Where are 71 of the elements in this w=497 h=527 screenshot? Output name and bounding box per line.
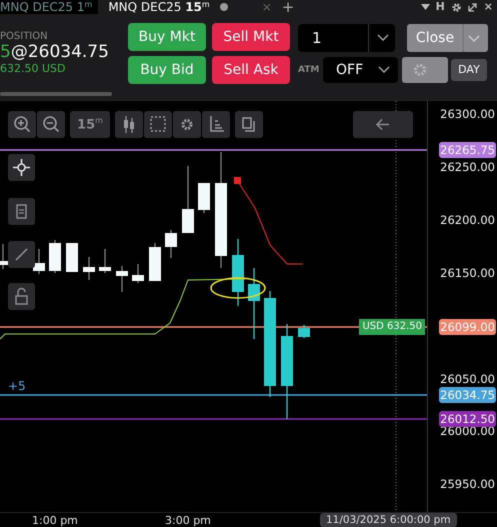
candle: [66, 243, 78, 272]
candle: [33, 249, 45, 274]
line-tool-icon[interactable]: [8, 241, 35, 268]
quantity-field[interactable]: 1: [298, 24, 395, 52]
document-icon[interactable]: [8, 198, 35, 225]
add-tab-button[interactable]: +: [282, 0, 294, 14]
caret-icon[interactable]: [378, 66, 390, 73]
status-dot-icon: [220, 3, 228, 11]
atm-label: ATM: [298, 64, 320, 74]
candle: [99, 249, 111, 273]
axis-icon[interactable]: [202, 111, 230, 138]
candle: [298, 325, 310, 338]
price-tick-label: 26300.00: [440, 106, 495, 122]
order-button[interactable]: Sell Mkt: [212, 22, 290, 50]
price-tick-label: 26050.00: [440, 371, 495, 387]
popout-icon[interactable]: [468, 2, 478, 12]
chart-tab[interactable]: MNQ DEC25 15$^{m}$: [104, 0, 214, 14]
crosshair-time-label: 11/03/2025 6:00:00 pm: [320, 513, 457, 527]
settings-icon[interactable]: [173, 111, 201, 138]
candlestick-icon[interactable]: [115, 111, 143, 138]
candle: [83, 257, 95, 280]
zoom-in-icon[interactable]: [8, 111, 36, 138]
candle: [132, 264, 144, 283]
price-tick-label: 25950.00: [440, 476, 495, 492]
position-marker: +5: [8, 379, 26, 393]
candle: [248, 268, 260, 339]
scrollbar-thumb[interactable]: [0, 92, 112, 96]
candle: [232, 239, 244, 306]
caret-icon[interactable]: [377, 34, 389, 41]
selection-icon[interactable]: [144, 111, 172, 138]
candle: [165, 230, 177, 258]
candle: [149, 243, 161, 281]
price-line-label: 26099.00: [439, 319, 496, 335]
price-line-label: 26265.75: [439, 142, 496, 158]
price-tick-label: 26150.00: [440, 265, 495, 281]
ellipse-annotation: [210, 277, 266, 299]
zoom-out-icon[interactable]: [37, 111, 65, 138]
time-in-force-button[interactable]: DAY: [451, 58, 487, 80]
crosshair-icon[interactable]: [8, 154, 35, 181]
price-line-label: 26034.75: [439, 387, 496, 403]
order-button[interactable]: Sell Ask: [212, 56, 290, 84]
close-tab-button[interactable]: ×: [262, 0, 272, 14]
settings-button[interactable]: [402, 56, 448, 82]
candle: [116, 266, 128, 292]
price-tick-label: 26250.00: [440, 159, 495, 175]
caret-icon[interactable]: [420, 4, 430, 10]
close-dropdown-icon[interactable]: [462, 24, 488, 52]
unlock-icon[interactable]: [8, 283, 35, 310]
layout-icon[interactable]: [235, 111, 263, 138]
h-button[interactable]: H: [436, 0, 445, 14]
candle: [49, 240, 61, 273]
settings-icon[interactable]: [450, 2, 462, 12]
candle: [0, 244, 9, 269]
time-tick-label: 3:00 pm: [165, 514, 211, 527]
chart-tab[interactable]: MNQ DEC25 1$^{m}$: [0, 0, 98, 14]
position-quantity: 5: [0, 42, 11, 62]
pnl-label: USD 632.50: [359, 319, 425, 335]
close-button[interactable]: Close: [407, 24, 463, 52]
time-tick-label: 1:00 pm: [32, 514, 78, 527]
position-price: @26034.75: [10, 42, 109, 62]
price-line-label: 26012.50: [439, 411, 496, 427]
candle: [182, 166, 194, 233]
interval-button[interactable]: 15$^{m}$: [70, 111, 110, 138]
profit-amount: 632.50 USD: [0, 62, 66, 75]
price-tick-label: 26200.00: [440, 212, 495, 228]
atm-dropdown[interactable]: OFF: [323, 56, 398, 82]
order-button[interactable]: Buy Bid: [128, 56, 206, 84]
order-button[interactable]: Buy Mkt: [128, 22, 206, 50]
candle: [198, 183, 210, 213]
close-window-button[interactable]: ×: [484, 0, 493, 14]
position-label: POSITION: [0, 31, 49, 42]
